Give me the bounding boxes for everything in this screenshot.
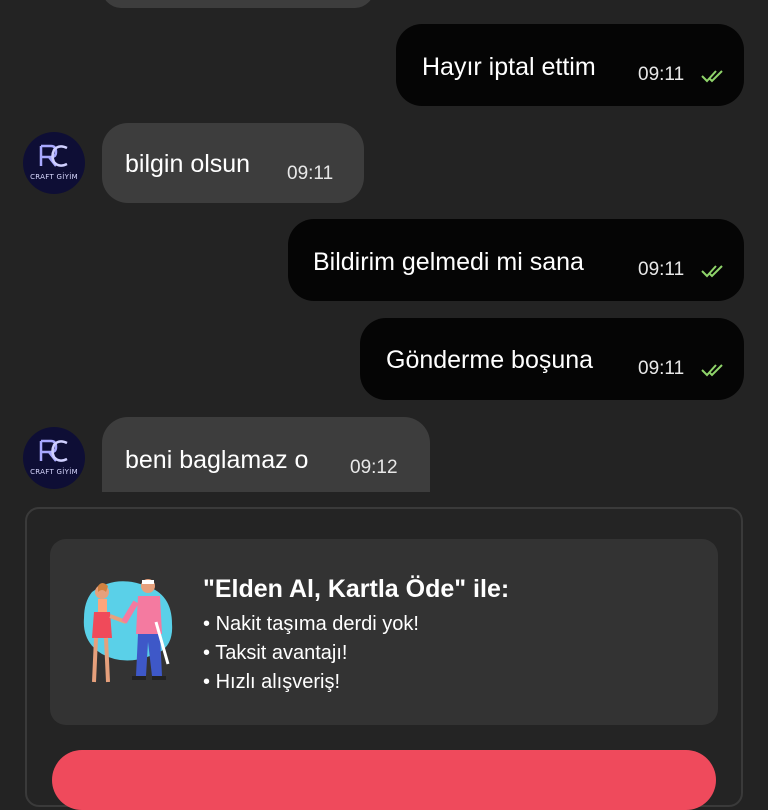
promo-benefit-item: Nakit taşıma derdi yok! <box>203 610 419 639</box>
incoming-message-bubble[interactable]: bilgin olsun 09:11 <box>102 123 364 203</box>
message-time: 09:12 <box>350 457 398 478</box>
read-check-icon <box>701 70 723 83</box>
handshake-illustration-icon <box>83 579 173 683</box>
avatar-label: CRAFT GİYİM <box>30 173 78 181</box>
outgoing-message-bubble[interactable]: Bildirim gelmedi mi sana 09:11 <box>288 219 744 301</box>
promo-action-button[interactable] <box>52 750 716 810</box>
seller-avatar[interactable]: CRAFT GİYİM <box>23 427 85 489</box>
craft-logo-icon <box>39 439 68 462</box>
promo-benefits-list: Nakit taşıma derdi yok! Taksit avantajı!… <box>203 610 419 697</box>
message-time: 09:11 <box>638 64 685 85</box>
message-text: Hayır iptal ettim <box>422 53 596 81</box>
incoming-message-bubble[interactable]: beni baglamaz o 09:12 <box>102 417 430 492</box>
promo-benefit-item: Taksit avantajı! <box>203 639 419 668</box>
promo-benefit-item: Hızlı alışveriş! <box>203 668 419 697</box>
read-check-icon <box>701 364 723 377</box>
message-text: beni baglamaz o <box>125 446 309 474</box>
message-time: 09:11 <box>638 259 685 280</box>
message-time: 09:11 <box>287 163 334 184</box>
message-text: bilgin olsun <box>125 150 251 178</box>
avatar-label: CRAFT GİYİM <box>30 468 78 476</box>
craft-logo-icon <box>39 144 68 167</box>
message-text: Gönderme boşuna <box>386 346 594 374</box>
seller-avatar[interactable]: CRAFT GİYİM <box>23 132 85 194</box>
outgoing-message-bubble[interactable]: Hayır iptal ettim 09:11 <box>396 24 744 106</box>
message-text: Bildirim gelmedi mi sana <box>313 248 584 276</box>
read-check-icon <box>701 265 723 278</box>
message-time: 09:11 <box>638 358 685 379</box>
outgoing-message-bubble[interactable]: Gönderme boşuna 09:11 <box>360 318 744 400</box>
previous-message-bubble <box>102 0 374 8</box>
promo-title: "Elden Al, Kartla Öde" ile: <box>203 575 510 603</box>
